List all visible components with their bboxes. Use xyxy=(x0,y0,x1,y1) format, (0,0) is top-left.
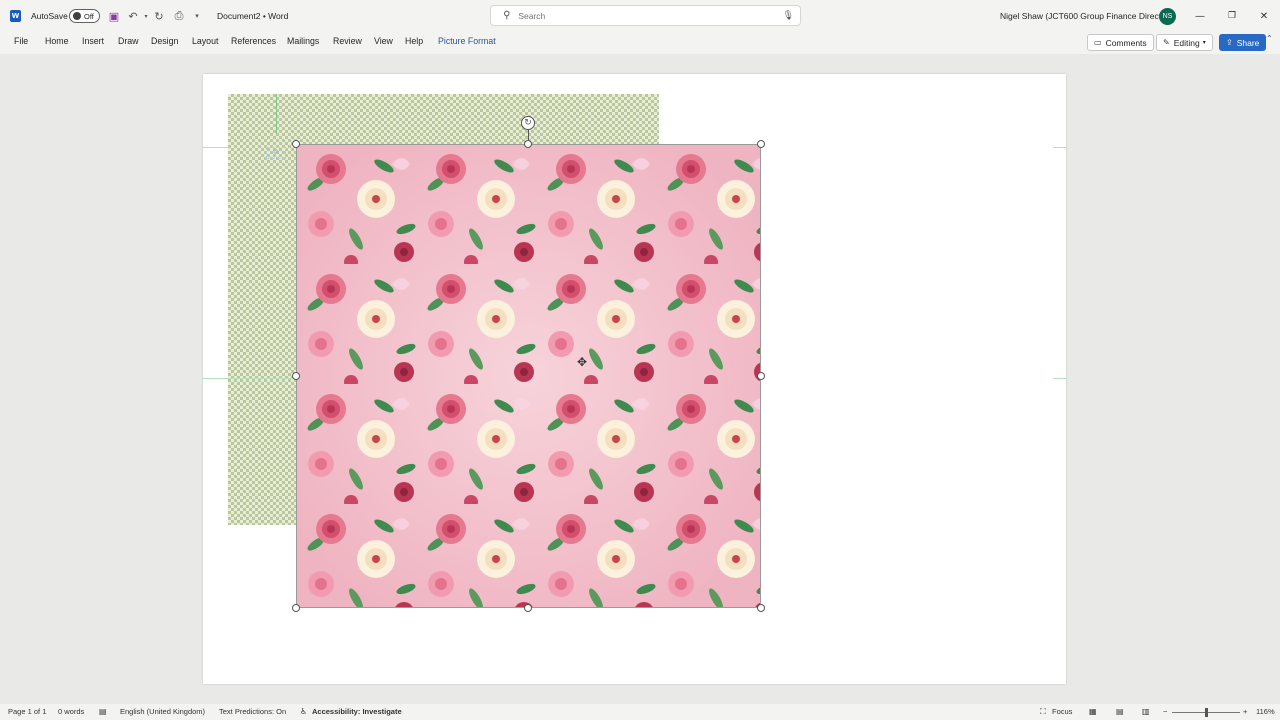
text-predictions-status[interactable]: Text Predictions: On xyxy=(219,707,286,716)
word-count[interactable]: 0 words xyxy=(58,707,84,716)
zoom-in-icon[interactable]: + xyxy=(1243,707,1247,716)
status-bar: Page 1 of 1 0 words ▤ English (United Ki… xyxy=(0,704,1280,720)
minimize-icon[interactable]: — xyxy=(1184,0,1216,32)
avatar[interactable]: NS xyxy=(1159,8,1176,25)
alignment-guide-horizontal xyxy=(1053,147,1066,148)
ribbon-tabs: File Home Insert Draw Design Layout Refe… xyxy=(0,32,1280,54)
document-page[interactable]: ⧉ ↻ ✥ xyxy=(203,74,1066,684)
tab-view[interactable]: View xyxy=(374,36,393,46)
accessibility-status[interactable]: Accessibility: Investigate xyxy=(312,707,402,716)
language-status[interactable]: English (United Kingdom) xyxy=(120,707,205,716)
search-icon: ⚲ xyxy=(503,10,511,21)
tab-review[interactable]: Review xyxy=(333,36,362,46)
floral-image[interactable] xyxy=(296,144,761,608)
resize-handle-top[interactable] xyxy=(524,140,532,148)
comment-icon: ▭ xyxy=(1094,38,1102,47)
proofing-icon[interactable]: ▤ xyxy=(99,707,107,716)
zoom-level[interactable]: 116% xyxy=(1256,707,1275,716)
editing-mode-button[interactable]: ✎ Editing ▾ xyxy=(1156,34,1213,51)
page-count[interactable]: Page 1 of 1 xyxy=(8,707,46,716)
tab-references[interactable]: References xyxy=(231,36,276,46)
zoom-slider-thumb[interactable] xyxy=(1205,708,1208,717)
comments-label: Comments xyxy=(1105,37,1147,48)
share-label: Share xyxy=(1236,37,1260,48)
autosave-label: AutoSave xyxy=(31,11,68,21)
chevron-down-icon: ▾ xyxy=(1202,39,1206,46)
tab-mailings[interactable]: Mailings xyxy=(287,36,319,46)
title-bar: W AutoSave Off ▣ ↶ ▾ ↻ ⎙ ▾ Document2 • W… xyxy=(0,0,1280,32)
word-logo-icon: W xyxy=(10,10,21,22)
comments-button[interactable]: ▭ Comments xyxy=(1087,34,1154,51)
save-icon[interactable]: ▣ xyxy=(107,9,121,23)
autosave-toggle[interactable]: Off xyxy=(69,9,100,23)
zoom-out-icon[interactable]: − xyxy=(1163,707,1167,716)
print-layout-icon[interactable]: ▤ xyxy=(1116,707,1124,716)
resize-handle-bottom-left[interactable] xyxy=(292,604,300,612)
document-title: Document2 • Word xyxy=(217,11,289,21)
move-cursor-icon: ✥ xyxy=(577,355,588,369)
tab-layout[interactable]: Layout xyxy=(192,36,218,46)
rotate-handle-icon[interactable]: ↻ xyxy=(521,116,535,130)
focus-button[interactable]: Focus xyxy=(1052,707,1072,716)
document-canvas[interactable]: ⧉ ↻ ✥ xyxy=(0,54,1280,704)
alignment-guide-horizontal xyxy=(203,147,228,148)
alignment-guide-horizontal xyxy=(203,378,293,379)
read-mode-icon[interactable]: ▦ xyxy=(1089,707,1097,716)
tab-design[interactable]: Design xyxy=(151,36,178,46)
undo-dropdown-icon[interactable]: ▾ xyxy=(139,9,153,23)
restore-icon[interactable]: ❐ xyxy=(1216,0,1248,32)
resize-handle-bottom-right[interactable] xyxy=(757,604,765,612)
resize-handle-top-right[interactable] xyxy=(757,140,765,148)
resize-handle-bottom[interactable] xyxy=(524,604,532,612)
search-box[interactable]: ⚲ 🎙 xyxy=(490,5,801,26)
microphone-icon[interactable]: 🎙 xyxy=(783,11,794,21)
toggle-knob xyxy=(73,12,81,20)
focus-icon: ⛶ xyxy=(1040,707,1046,716)
tab-file[interactable]: File xyxy=(14,36,28,46)
accessibility-icon: ♿ xyxy=(300,707,308,716)
tab-home[interactable]: Home xyxy=(45,36,68,46)
resize-handle-top-left[interactable] xyxy=(292,140,300,148)
search-input[interactable] xyxy=(518,10,769,21)
resize-handle-right[interactable] xyxy=(757,372,765,380)
pencil-icon: ✎ xyxy=(1163,38,1170,47)
customize-toolbar-icon[interactable]: ▾ xyxy=(190,9,204,23)
floral-pattern xyxy=(296,144,761,608)
undo-icon[interactable]: ↶ xyxy=(126,9,140,23)
editing-label: Editing xyxy=(1173,37,1200,48)
share-button[interactable]: ⇪ Share xyxy=(1219,34,1267,51)
layout-options-icon[interactable]: ⧉ xyxy=(266,147,286,159)
alignment-guide-vertical xyxy=(276,94,277,134)
share-icon: ⇪ xyxy=(1226,38,1233,47)
close-icon[interactable]: ✕ xyxy=(1248,0,1280,32)
autosave-state: Off xyxy=(84,11,94,21)
tab-insert[interactable]: Insert xyxy=(82,36,104,46)
tab-picture-format[interactable]: Picture Format xyxy=(438,36,496,46)
redo-icon[interactable]: ↻ xyxy=(152,9,166,23)
resize-handle-left[interactable] xyxy=(292,372,300,380)
alignment-guide-horizontal xyxy=(1053,378,1066,379)
user-name: Nigel Shaw (JCT600 Group Finance Directo… xyxy=(1000,11,1172,21)
ribbon-collapse-icon[interactable]: ⌃ xyxy=(1266,34,1273,43)
touch-mode-icon[interactable]: ⎙ xyxy=(172,9,186,23)
tab-draw[interactable]: Draw xyxy=(118,36,139,46)
tab-help[interactable]: Help xyxy=(405,36,423,46)
web-layout-icon[interactable]: ▥ xyxy=(1142,707,1150,716)
